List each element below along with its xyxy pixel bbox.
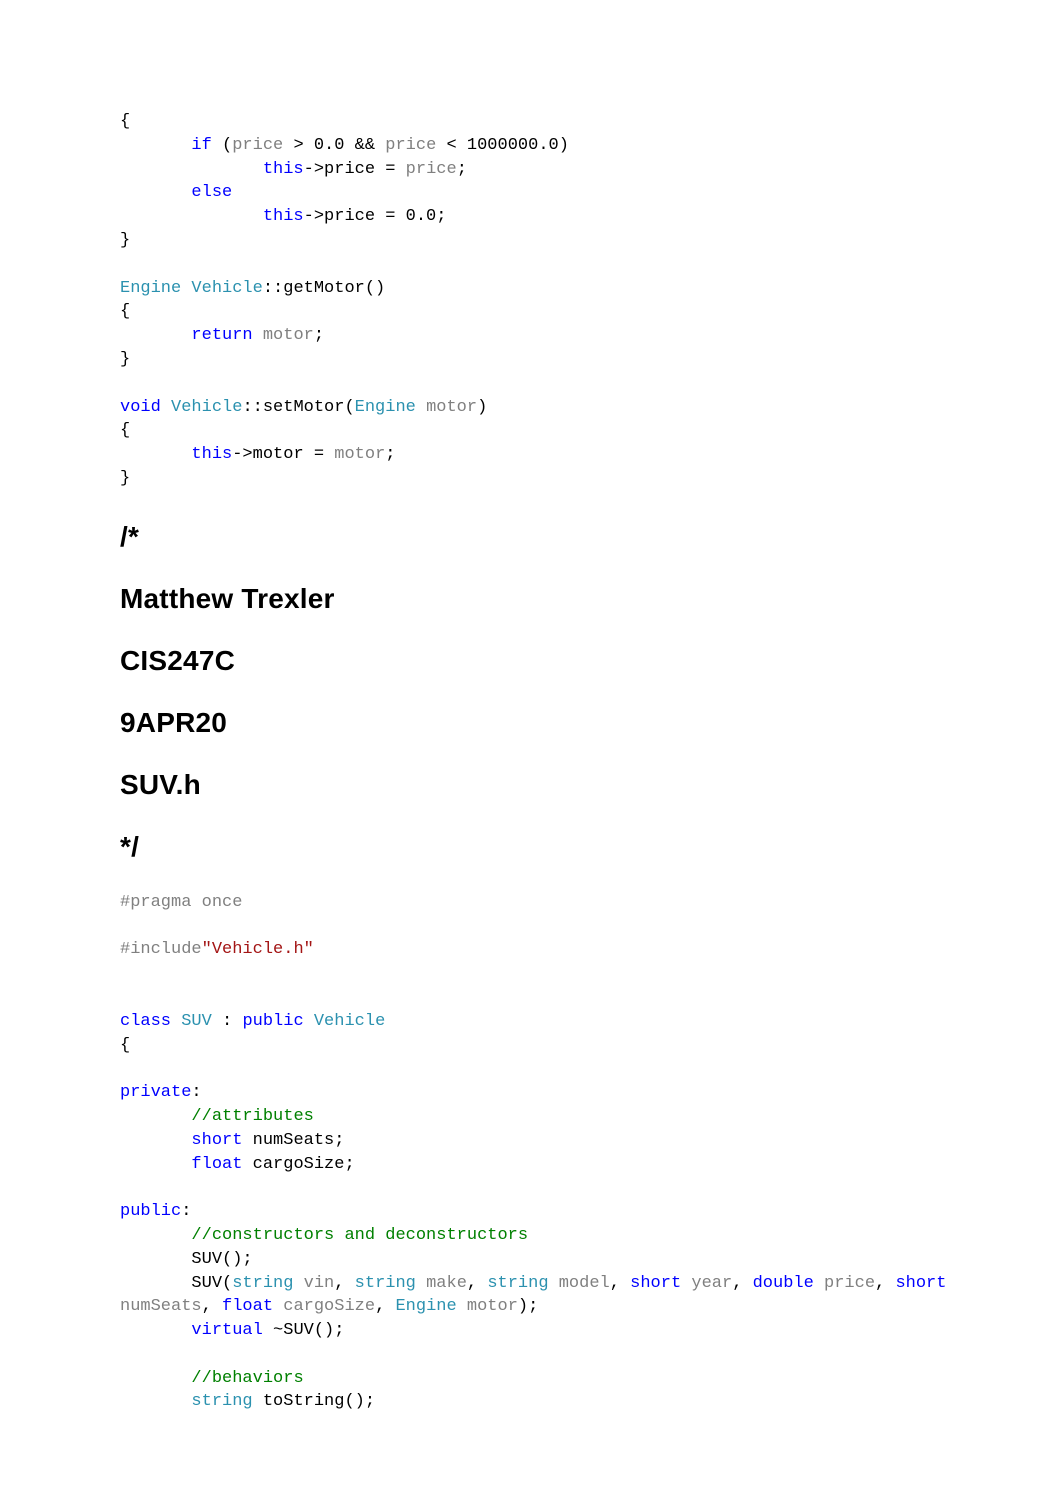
document-page: { if (price > 0.0 && price < 1000000.0) … bbox=[0, 0, 1062, 1494]
keyword-void: void bbox=[120, 398, 161, 417]
code-text: ); bbox=[518, 1297, 538, 1316]
keyword-this: this bbox=[263, 160, 304, 179]
param-price: price bbox=[385, 136, 436, 155]
param-year: year bbox=[691, 1274, 732, 1293]
type-string: string bbox=[232, 1274, 293, 1293]
code-block-2: #pragma once #include"Vehicle.h" class S… bbox=[120, 891, 942, 1415]
param-motor: motor bbox=[426, 398, 477, 417]
code-text: , bbox=[875, 1274, 895, 1293]
keyword-double: double bbox=[753, 1274, 814, 1293]
keyword-short: short bbox=[191, 1131, 242, 1150]
keyword-else: else bbox=[191, 183, 232, 202]
keyword-private: private bbox=[120, 1083, 191, 1102]
keyword-short: short bbox=[895, 1274, 946, 1293]
comment-ctor: //constructors and deconstructors bbox=[191, 1226, 528, 1245]
param-price: price bbox=[406, 160, 457, 179]
type-string: string bbox=[355, 1274, 416, 1293]
param-make: make bbox=[426, 1274, 467, 1293]
code-text: SUV(); bbox=[191, 1250, 252, 1269]
code-text: ) bbox=[477, 398, 487, 417]
code-text: : bbox=[191, 1083, 201, 1102]
code-line: { bbox=[120, 1036, 130, 1055]
type-vehicle: Vehicle bbox=[191, 279, 262, 298]
keyword-virtual: virtual bbox=[191, 1321, 262, 1340]
keyword-float: float bbox=[222, 1297, 273, 1316]
type-engine: Engine bbox=[395, 1297, 456, 1316]
param-model: model bbox=[559, 1274, 610, 1293]
code-text: , bbox=[610, 1274, 630, 1293]
code-text: , bbox=[375, 1297, 395, 1316]
type-engine: Engine bbox=[120, 279, 181, 298]
code-text: , bbox=[202, 1297, 222, 1316]
code-line: } bbox=[120, 231, 130, 250]
heading-comment-open: /* bbox=[120, 521, 942, 553]
code-block-1: { if (price > 0.0 && price < 1000000.0) … bbox=[120, 110, 942, 491]
code-text: ->motor = bbox=[232, 445, 334, 464]
code-text: SUV( bbox=[191, 1274, 232, 1293]
ident-motor: motor bbox=[263, 326, 314, 345]
param-price: price bbox=[232, 136, 283, 155]
heading-date: 9APR20 bbox=[120, 707, 942, 739]
keyword-public: public bbox=[120, 1202, 181, 1221]
code-text: > 0.0 && bbox=[283, 136, 385, 155]
type-string: string bbox=[191, 1392, 252, 1411]
code-text: : bbox=[212, 1012, 243, 1031]
code-line: { bbox=[120, 112, 130, 131]
keyword-class: class bbox=[120, 1012, 171, 1031]
code-text: : bbox=[181, 1202, 191, 1221]
heading-filename: SUV.h bbox=[120, 769, 942, 801]
keyword-this: this bbox=[191, 445, 232, 464]
code-text: , bbox=[334, 1274, 354, 1293]
param-numseats: numSeats bbox=[120, 1297, 202, 1316]
include-string: "Vehicle.h" bbox=[202, 940, 314, 959]
code-text: cargoSize; bbox=[242, 1155, 354, 1174]
param-price: price bbox=[824, 1274, 875, 1293]
code-line: { bbox=[120, 421, 130, 440]
code-text: ->price = 0.0; bbox=[304, 207, 447, 226]
comment-behaviors: //behaviors bbox=[191, 1369, 303, 1388]
param-cargosize: cargoSize bbox=[283, 1297, 375, 1316]
code-text: ; bbox=[457, 160, 467, 179]
preproc-pragma: #pragma once bbox=[120, 893, 242, 912]
keyword-this: this bbox=[263, 207, 304, 226]
code-text: numSeats; bbox=[242, 1131, 344, 1150]
keyword-public: public bbox=[242, 1012, 303, 1031]
ident-motor: motor bbox=[334, 445, 385, 464]
code-line: } bbox=[120, 469, 130, 488]
param-vin: vin bbox=[304, 1274, 335, 1293]
keyword-float: float bbox=[191, 1155, 242, 1174]
code-text: ->price = bbox=[304, 160, 406, 179]
keyword-if: if bbox=[191, 136, 211, 155]
keyword-return: return bbox=[191, 326, 252, 345]
heading-comment-close: */ bbox=[120, 831, 942, 863]
code-text: toString(); bbox=[253, 1392, 375, 1411]
heading-course: CIS247C bbox=[120, 645, 942, 677]
type-vehicle: Vehicle bbox=[171, 398, 242, 417]
comment-attributes: //attributes bbox=[191, 1107, 313, 1126]
type-string: string bbox=[487, 1274, 548, 1293]
code-text: , bbox=[467, 1274, 487, 1293]
code-text: ::setMotor( bbox=[242, 398, 354, 417]
code-text: ; bbox=[314, 326, 324, 345]
preproc-include: #include bbox=[120, 940, 202, 959]
code-text: ~SUV(); bbox=[263, 1321, 345, 1340]
code-text: < 1000000.0) bbox=[436, 136, 569, 155]
keyword-short: short bbox=[630, 1274, 681, 1293]
code-line: { bbox=[120, 302, 130, 321]
code-text: , bbox=[732, 1274, 752, 1293]
type-suv: SUV bbox=[181, 1012, 212, 1031]
code-text: ::getMotor() bbox=[263, 279, 385, 298]
param-motor: motor bbox=[467, 1297, 518, 1316]
code-line: } bbox=[120, 350, 130, 369]
type-engine: Engine bbox=[355, 398, 416, 417]
type-vehicle: Vehicle bbox=[314, 1012, 385, 1031]
code-text: ; bbox=[385, 445, 395, 464]
heading-author: Matthew Trexler bbox=[120, 583, 942, 615]
